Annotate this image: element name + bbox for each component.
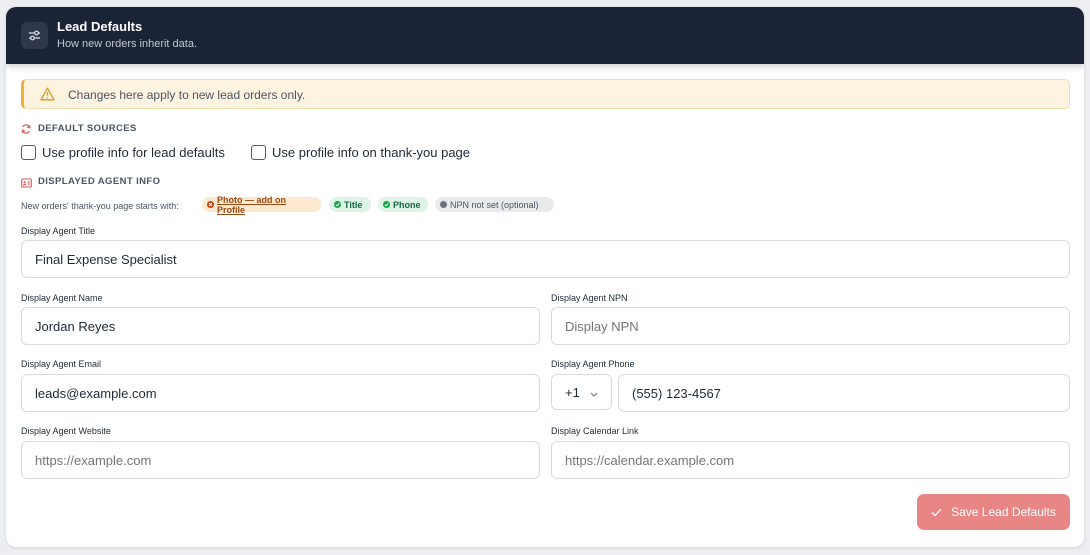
warning-text: Changes here apply to new lead orders on… bbox=[68, 88, 306, 102]
agent-name-input[interactable] bbox=[21, 307, 540, 345]
alert-dot-icon bbox=[207, 201, 214, 208]
sliders-icon bbox=[21, 22, 48, 49]
photo-chip-label: Photo — add on Profile bbox=[217, 194, 286, 215]
agent-website-input[interactable] bbox=[21, 441, 540, 479]
check-circle-icon bbox=[383, 201, 390, 208]
phone-chip-label: Phone bbox=[393, 199, 421, 210]
id-card-icon bbox=[21, 175, 32, 193]
profile-lead-defaults-option[interactable]: Use profile info for lead defaults bbox=[21, 145, 225, 160]
calendar-link-label: Display Calendar Link bbox=[551, 426, 639, 436]
agent-email-input[interactable] bbox=[21, 374, 540, 412]
profile-thank-you-checkbox[interactable] bbox=[251, 145, 266, 160]
agent-website-label: Display Agent Website bbox=[21, 426, 111, 436]
agent-name-label: Display Agent Name bbox=[21, 293, 103, 303]
agent-title-input[interactable] bbox=[21, 240, 1070, 278]
checkbox-label: Use profile info on thank-you page bbox=[272, 145, 471, 160]
title-chip: Title bbox=[329, 197, 371, 212]
title-chip-label: Title bbox=[344, 199, 363, 210]
profile-thank-you-option[interactable]: Use profile info on thank-you page bbox=[251, 145, 470, 160]
agent-info-heading: DISPLAYED AGENT INFO bbox=[38, 176, 161, 187]
check-icon bbox=[931, 508, 942, 516]
agent-npn-input[interactable] bbox=[551, 307, 1070, 345]
photo-chip-link[interactable]: Photo — add on Profile bbox=[202, 194, 321, 215]
country-code-value: +1 bbox=[565, 384, 580, 400]
checkbox-label: Use profile info for lead defaults bbox=[42, 145, 225, 160]
warning-triangle-icon bbox=[40, 87, 55, 106]
thank-you-starts-label: New orders' thank-you page starts with: bbox=[21, 201, 179, 211]
warning-notice: Changes here apply to new lead orders on… bbox=[21, 79, 1070, 109]
chevron-down-icon bbox=[590, 385, 598, 400]
card-header: Lead Defaults How new orders inherit dat… bbox=[6, 7, 1084, 64]
status-dot-icon bbox=[440, 201, 447, 208]
save-button-label: Save Lead Defaults bbox=[951, 505, 1056, 519]
profile-lead-defaults-checkbox[interactable] bbox=[21, 145, 36, 160]
country-code-select[interactable]: +1 bbox=[551, 374, 612, 410]
page-subtitle: How new orders inherit data. bbox=[57, 38, 198, 50]
agent-phone-label: Display Agent Phone bbox=[551, 359, 635, 369]
npn-chip: NPN not set (optional) bbox=[435, 197, 554, 212]
refresh-icon bbox=[21, 121, 31, 139]
agent-phone-input[interactable] bbox=[618, 374, 1070, 412]
agent-title-label: Display Agent Title bbox=[21, 226, 96, 236]
agent-npn-label: Display Agent NPN bbox=[551, 293, 628, 303]
npn-chip-label: NPN not set (optional) bbox=[450, 199, 539, 210]
page-title: Lead Defaults bbox=[57, 19, 143, 34]
save-lead-defaults-button[interactable]: Save Lead Defaults bbox=[917, 494, 1070, 530]
calendar-link-input[interactable] bbox=[551, 441, 1070, 479]
agent-email-label: Display Agent Email bbox=[21, 359, 102, 369]
default-sources-heading: DEFAULT SOURCES bbox=[38, 123, 137, 134]
lead-defaults-card: Lead Defaults How new orders inherit dat… bbox=[6, 7, 1084, 547]
phone-chip: Phone bbox=[378, 197, 428, 212]
check-circle-icon bbox=[334, 201, 341, 208]
